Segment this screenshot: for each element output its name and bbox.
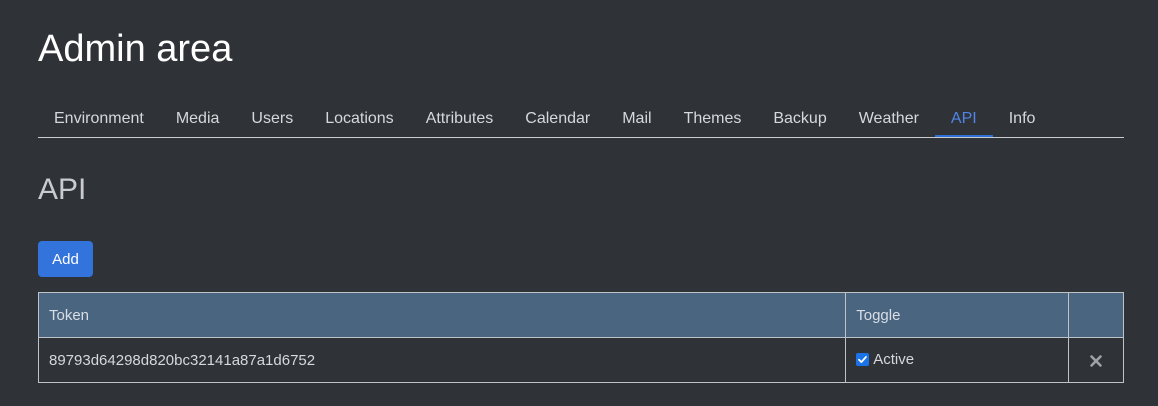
header-token: Token [37, 292, 847, 338]
tab-calendar[interactable]: Calendar [509, 100, 606, 137]
active-checkbox[interactable] [856, 353, 870, 366]
tab-users[interactable]: Users [235, 100, 309, 137]
tab-themes[interactable]: Themes [668, 100, 758, 137]
token-value: 89793d64298d820bc32141a87a1d6752 [37, 337, 847, 383]
table-row: 89793d64298d820bc32141a87a1d6752 Active [37, 337, 1124, 383]
tab-mail[interactable]: Mail [606, 100, 667, 137]
action-cell [1068, 337, 1124, 383]
tab-media[interactable]: Media [160, 100, 236, 137]
header-action [1068, 292, 1124, 338]
tab-weather[interactable]: Weather [843, 100, 935, 137]
active-toggle[interactable]: Active [856, 351, 914, 368]
toggle-label: Active [873, 351, 915, 368]
api-token-table: Token Toggle 89793d64298d820bc32141a87a1… [37, 292, 1124, 383]
tab-backup[interactable]: Backup [757, 100, 842, 137]
toggle-cell: Active [845, 337, 1070, 383]
tab-locations[interactable]: Locations [309, 100, 410, 137]
checkmark-icon [858, 356, 868, 363]
add-token-button[interactable]: Add [38, 241, 93, 277]
admin-tabs: Environment Media Users Locations Attrib… [38, 100, 1124, 138]
page-title: Admin area [38, 28, 233, 70]
tab-environment[interactable]: Environment [38, 100, 160, 137]
section-title: API [38, 173, 87, 206]
header-toggle: Toggle [845, 292, 1070, 338]
close-icon[interactable] [1089, 354, 1103, 368]
tab-info[interactable]: Info [993, 100, 1052, 137]
tab-attributes[interactable]: Attributes [410, 100, 510, 137]
tab-api[interactable]: API [934, 100, 993, 137]
table-header-row: Token Toggle [37, 292, 1124, 338]
